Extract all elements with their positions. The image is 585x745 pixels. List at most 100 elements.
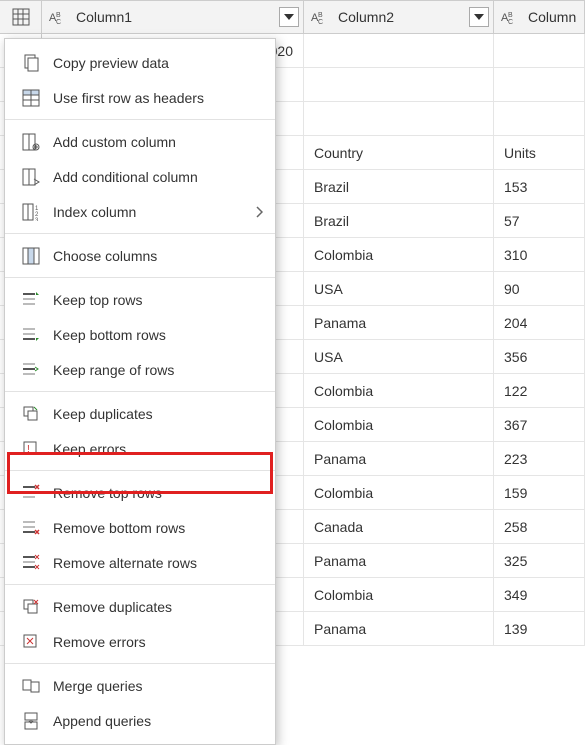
cell-value: Canada bbox=[314, 519, 363, 535]
menu-keep-top-rows[interactable]: Keep top rows bbox=[5, 282, 275, 317]
cell[interactable]: Colombia bbox=[304, 578, 494, 611]
menu-remove-errors[interactable]: Remove errors bbox=[5, 624, 275, 659]
table-context-menu: Copy preview data Use first row as heade… bbox=[4, 38, 276, 745]
svg-text:B: B bbox=[56, 12, 61, 19]
cell-value: Units bbox=[504, 145, 536, 161]
cell[interactable]: 310 bbox=[494, 238, 585, 271]
cell-value: USA bbox=[314, 281, 343, 297]
cell[interactable]: 325 bbox=[494, 544, 585, 577]
menu-label: Remove errors bbox=[53, 634, 261, 650]
menu-keep-bottom-rows[interactable]: Keep bottom rows bbox=[5, 317, 275, 352]
menu-label: Copy preview data bbox=[53, 55, 261, 71]
cell[interactable]: 349 bbox=[494, 578, 585, 611]
chevron-down-icon bbox=[474, 14, 484, 20]
cell[interactable]: 258 bbox=[494, 510, 585, 543]
menu-first-row-headers[interactable]: Use first row as headers bbox=[5, 80, 275, 115]
cell[interactable] bbox=[494, 34, 585, 67]
keep-duplicates-icon bbox=[19, 404, 43, 424]
cell-value: 122 bbox=[504, 383, 527, 399]
cell[interactable]: 356 bbox=[494, 340, 585, 373]
cell[interactable]: Colombia bbox=[304, 374, 494, 407]
keep-top-icon bbox=[19, 290, 43, 310]
cell[interactable]: 122 bbox=[494, 374, 585, 407]
cell[interactable]: Colombia bbox=[304, 408, 494, 441]
menu-label: Keep duplicates bbox=[53, 406, 261, 422]
cell[interactable]: Panama bbox=[304, 306, 494, 339]
chevron-down-icon bbox=[284, 14, 294, 20]
menu-index-column[interactable]: 123 Index column bbox=[5, 194, 275, 229]
cell[interactable] bbox=[304, 68, 494, 101]
menu-merge-queries[interactable]: Merge queries bbox=[5, 668, 275, 703]
cell[interactable]: 57 bbox=[494, 204, 585, 237]
menu-add-conditional-column[interactable]: Add conditional column bbox=[5, 159, 275, 194]
cell-value: Brazil bbox=[314, 213, 349, 229]
cell[interactable]: USA bbox=[304, 272, 494, 305]
menu-label: Use first row as headers bbox=[53, 90, 261, 106]
cell[interactable]: 153 bbox=[494, 170, 585, 203]
svg-text:B: B bbox=[318, 12, 323, 19]
cell[interactable] bbox=[494, 102, 585, 135]
cell[interactable]: USA bbox=[304, 340, 494, 373]
svg-text:B: B bbox=[508, 12, 513, 19]
cell-value: 367 bbox=[504, 417, 527, 433]
cell[interactable] bbox=[304, 34, 494, 67]
cell[interactable]: Panama bbox=[304, 544, 494, 577]
menu-choose-columns[interactable]: Choose columns bbox=[5, 238, 275, 273]
menu-remove-top-rows[interactable]: Remove top rows bbox=[5, 475, 275, 510]
column-filter-button[interactable] bbox=[279, 7, 299, 27]
column-header-2[interactable]: ABC Column2 bbox=[304, 1, 494, 33]
menu-label: Merge queries bbox=[53, 678, 261, 694]
svg-text:C: C bbox=[508, 19, 513, 25]
menu-separator bbox=[5, 391, 275, 392]
cell[interactable]: Panama bbox=[304, 612, 494, 645]
menu-keep-errors[interactable]: ! Keep errors bbox=[5, 431, 275, 466]
cell-value: Colombia bbox=[314, 383, 373, 399]
cell[interactable]: Colombia bbox=[304, 238, 494, 271]
menu-append-queries[interactable]: Append queries bbox=[5, 703, 275, 738]
text-type-icon: ABC bbox=[48, 6, 70, 28]
cell[interactable]: 90 bbox=[494, 272, 585, 305]
column-name: Column2 bbox=[338, 9, 394, 25]
cell[interactable]: 204 bbox=[494, 306, 585, 339]
svg-text:!: ! bbox=[27, 444, 30, 455]
cell[interactable]: Units bbox=[494, 136, 585, 169]
menu-separator bbox=[5, 470, 275, 471]
svg-text:C: C bbox=[56, 19, 61, 25]
keep-range-icon bbox=[19, 360, 43, 380]
cell[interactable] bbox=[304, 102, 494, 135]
menu-remove-alternate-rows[interactable]: Remove alternate rows bbox=[5, 545, 275, 580]
copy-icon bbox=[19, 53, 43, 73]
remove-duplicates-icon bbox=[19, 597, 43, 617]
choose-columns-icon bbox=[19, 246, 43, 266]
cell[interactable]: 139 bbox=[494, 612, 585, 645]
menu-label: Index column bbox=[53, 204, 261, 220]
cell[interactable]: 367 bbox=[494, 408, 585, 441]
menu-remove-duplicates[interactable]: Remove duplicates bbox=[5, 589, 275, 624]
menu-keep-duplicates[interactable]: Keep duplicates bbox=[5, 396, 275, 431]
cell[interactable]: Country bbox=[304, 136, 494, 169]
table-menu-button[interactable] bbox=[0, 1, 42, 33]
headers-icon bbox=[19, 88, 43, 108]
cell-value: Colombia bbox=[314, 247, 373, 263]
menu-label: Append queries bbox=[53, 713, 261, 729]
text-type-icon: ABC bbox=[310, 6, 332, 28]
column-name: Column bbox=[528, 9, 576, 25]
menu-copy-preview[interactable]: Copy preview data bbox=[5, 45, 275, 80]
cell-value: 325 bbox=[504, 553, 527, 569]
cell[interactable]: Canada bbox=[304, 510, 494, 543]
cell[interactable]: Colombia bbox=[304, 476, 494, 509]
column-header-3[interactable]: ABC Column bbox=[494, 1, 585, 33]
cell[interactable]: 223 bbox=[494, 442, 585, 475]
cell[interactable]: Panama bbox=[304, 442, 494, 475]
cell[interactable] bbox=[494, 68, 585, 101]
column-header-1[interactable]: ABC Column1 bbox=[42, 1, 304, 33]
column-filter-button[interactable] bbox=[469, 7, 489, 27]
text-type-icon: ABC bbox=[500, 6, 522, 28]
cell[interactable]: 159 bbox=[494, 476, 585, 509]
cell[interactable]: Brazil bbox=[304, 170, 494, 203]
menu-keep-range-rows[interactable]: Keep range of rows bbox=[5, 352, 275, 387]
cell[interactable]: Brazil bbox=[304, 204, 494, 237]
menu-add-custom-column[interactable]: Add custom column bbox=[5, 124, 275, 159]
custom-column-icon bbox=[19, 132, 43, 152]
menu-remove-bottom-rows[interactable]: Remove bottom rows bbox=[5, 510, 275, 545]
